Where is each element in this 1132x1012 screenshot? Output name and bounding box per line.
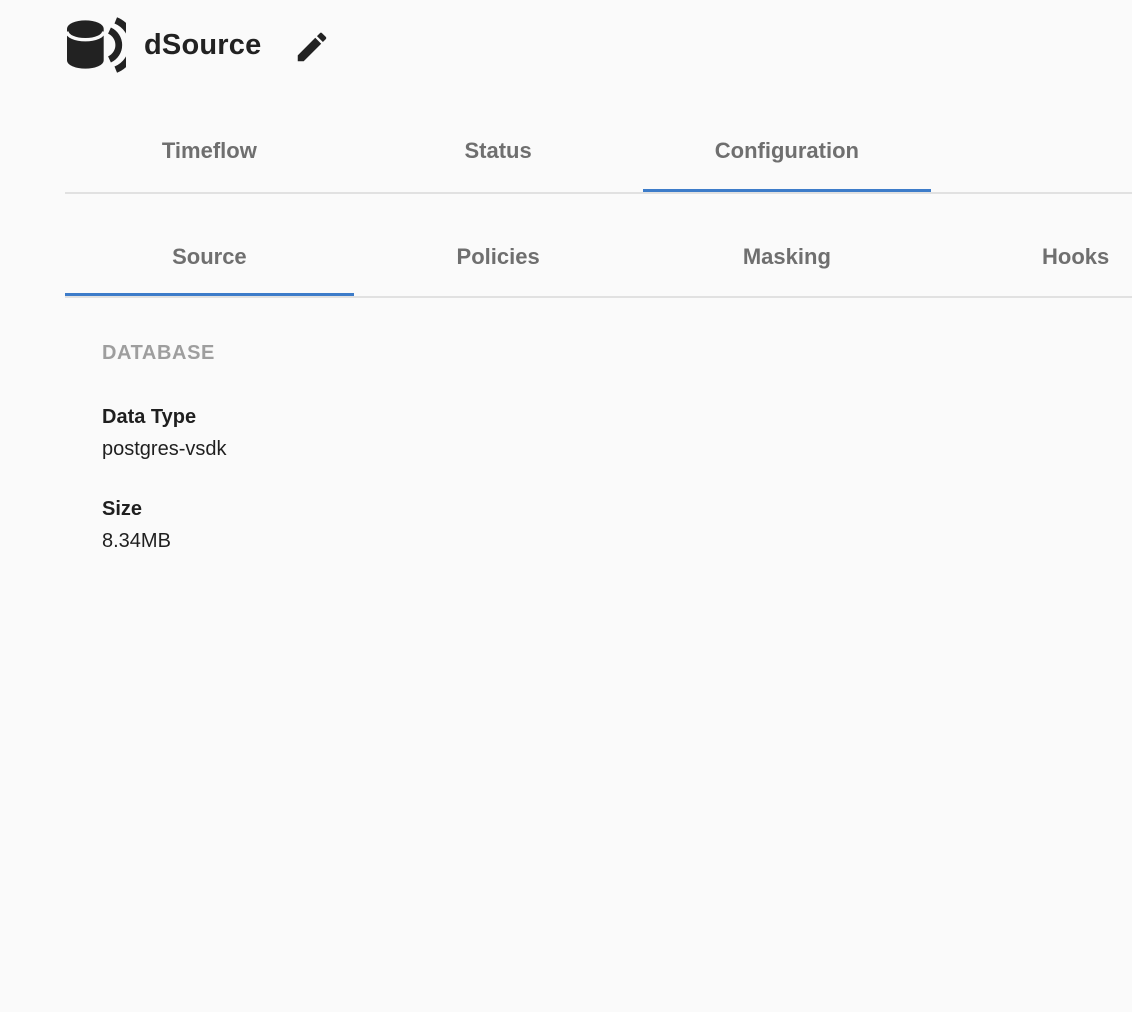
tab-source[interactable]: Source xyxy=(65,244,354,296)
field-value: 8.34MB xyxy=(102,525,1132,557)
page-title: dSource xyxy=(144,29,261,62)
tab-policies[interactable]: Policies xyxy=(354,244,643,296)
header: dSource xyxy=(0,0,1132,74)
tab-masking[interactable]: Masking xyxy=(643,244,932,296)
tab-hooks[interactable]: Hooks xyxy=(931,244,1132,296)
pencil-icon xyxy=(293,28,331,66)
secondary-tabbar: Source Policies Masking Hooks xyxy=(65,244,1132,298)
tab-timeflow[interactable]: Timeflow xyxy=(65,138,354,192)
field-value: postgres-vsdk xyxy=(102,433,1132,465)
tab-configuration[interactable]: Configuration xyxy=(643,138,932,192)
tab-status[interactable]: Status xyxy=(354,138,643,192)
section-title-database: DATABASE xyxy=(102,342,1132,365)
field-data-type: Data Type postgres-vsdk xyxy=(102,401,1132,465)
configuration-source-panel: DATABASE Data Type postgres-vsdk Size 8.… xyxy=(102,342,1132,557)
field-label: Size xyxy=(102,493,1132,525)
field-size: Size 8.34MB xyxy=(102,493,1132,557)
primary-tabbar: Timeflow Status Configuration xyxy=(65,138,1132,194)
edit-title-button[interactable] xyxy=(293,28,331,66)
field-label: Data Type xyxy=(102,401,1132,433)
database-broadcast-icon xyxy=(64,17,126,73)
